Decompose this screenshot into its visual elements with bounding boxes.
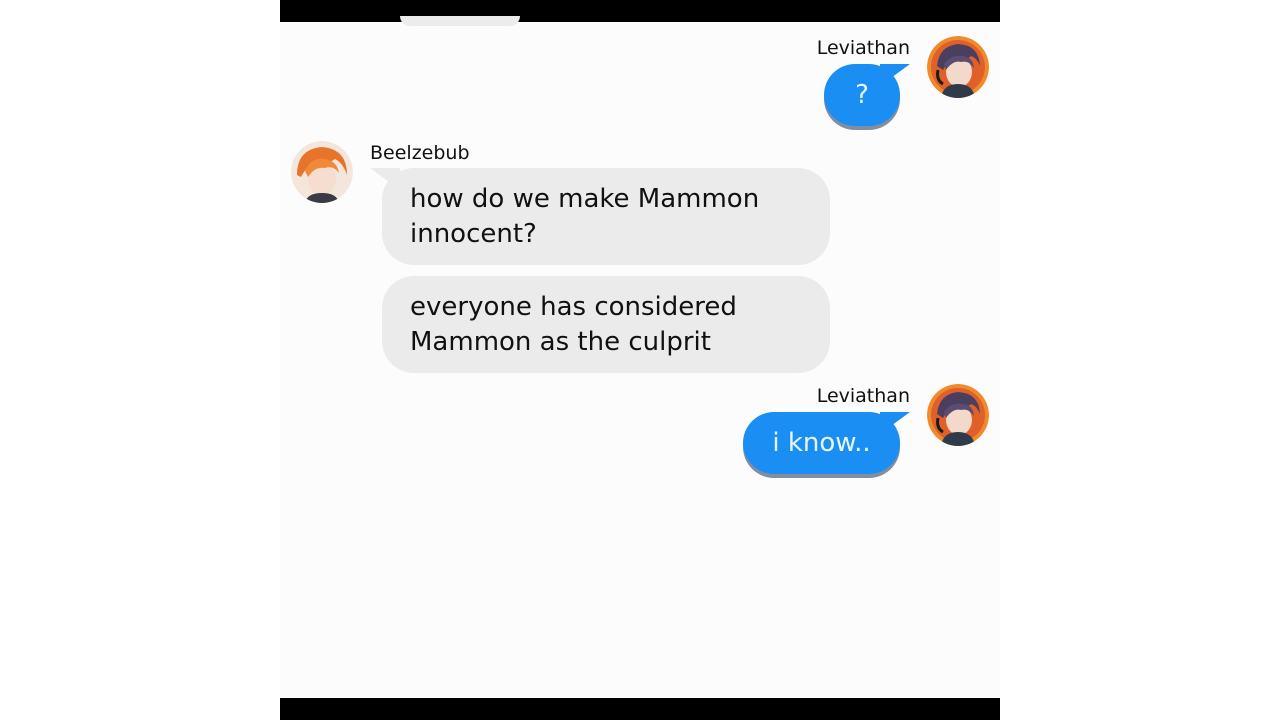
message-text-line: how do we make Mammon: [410, 184, 760, 214]
leviathan-avatar-icon[interactable]: [927, 36, 989, 98]
chat-screen: Leviathan ? Beelzebub how do we make Mam…: [280, 0, 1000, 720]
message-bubble-incoming[interactable]: how do we make Mammon innocent?: [382, 168, 830, 265]
letterbox-bar-bottom: [280, 698, 1000, 720]
leviathan-avatar-icon[interactable]: [927, 384, 989, 446]
previous-message-bubble: [400, 16, 520, 26]
message-text-line: everyone has considered: [410, 292, 737, 322]
message-text: ?: [855, 80, 869, 110]
letterbox-bar-top: [280, 0, 1000, 22]
sender-name-leviathan: Leviathan: [816, 37, 910, 59]
sender-name-leviathan: Leviathan: [816, 385, 910, 407]
message-text-line: Mammon as the culprit: [410, 327, 711, 357]
sender-name-beelzebub: Beelzebub: [370, 142, 470, 164]
message-bubble-outgoing[interactable]: ?: [824, 64, 900, 126]
message-text-line: innocent?: [410, 219, 537, 249]
beelzebub-avatar-icon[interactable]: [291, 141, 353, 203]
message-bubble-outgoing[interactable]: i know..: [743, 412, 900, 474]
message-text: i know..: [772, 428, 871, 458]
message-bubble-incoming[interactable]: everyone has considered Mammon as the cu…: [382, 276, 830, 373]
